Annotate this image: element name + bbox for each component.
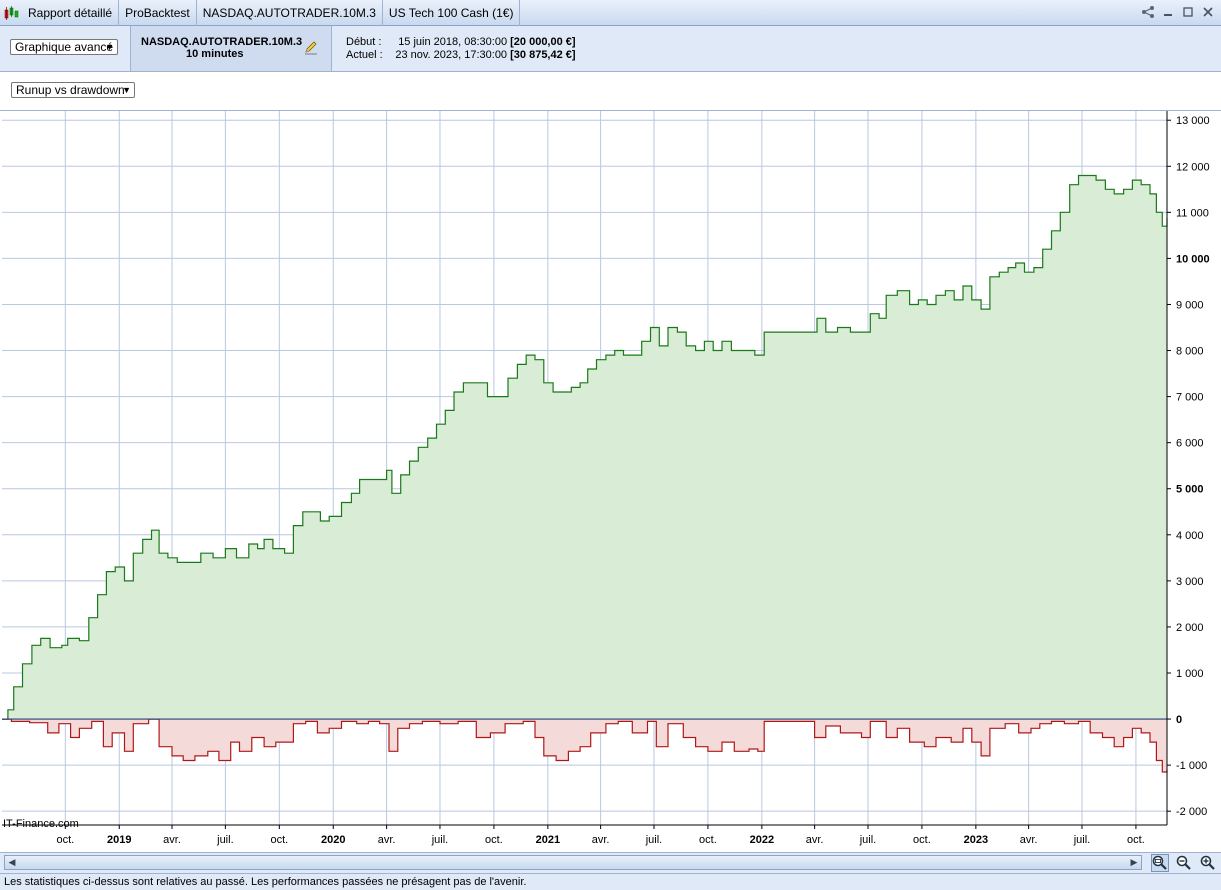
chevron-down-icon: ▼	[122, 85, 131, 95]
status-bar: Les statistiques ci-dessus sont relative…	[0, 873, 1221, 890]
tab-instrument[interactable]: US Tech 100 Cash (1€)	[383, 0, 521, 26]
x-tick-label: oct.	[485, 834, 503, 846]
minimize-icon[interactable]	[1161, 3, 1175, 21]
scroll-track[interactable]: ◀ ▶	[4, 855, 1142, 870]
x-tick-label: avr.	[1020, 834, 1038, 846]
x-tick-label: juil.	[1073, 834, 1091, 846]
title-bar: Rapport détaillé ProBacktest NASDAQ.AUTO…	[0, 0, 1221, 26]
y-tick-label: 8 000	[1176, 346, 1204, 358]
tab-system[interactable]: NASDAQ.AUTOTRADER.10M.3	[197, 0, 383, 26]
x-tick-label: avr.	[163, 834, 181, 846]
y-tick-label: 9 000	[1176, 299, 1204, 311]
x-tick-label: juil.	[431, 834, 449, 846]
x-tick-label: juil.	[859, 834, 877, 846]
y-tick-label: 2 000	[1176, 622, 1204, 634]
period-info: Début : 15 juin 2018, 08:30:00 [20 000,0…	[346, 36, 576, 62]
y-tick-label: -2 000	[1176, 806, 1207, 818]
chevron-down-icon: ▼	[105, 42, 114, 52]
y-tick-label: 12 000	[1176, 161, 1210, 173]
candlestick-chart-icon	[0, 0, 22, 26]
chart-type-select[interactable]: Runup vs drawdown ▼	[11, 82, 135, 98]
y-tick-label: 5 000	[1176, 484, 1204, 496]
scroll-right-icon[interactable]: ▶	[1127, 856, 1141, 869]
y-tick-label: 13 000	[1176, 115, 1210, 127]
x-tick-label: oct.	[56, 834, 74, 846]
zoom-controls	[1149, 853, 1219, 873]
runup-drawdown-chart: 13 000 12 000 11 000 10 000 9 000 8 000 7 000 6…	[0, 110, 1221, 852]
current-date: 23 nov. 2023, 17:30:00	[395, 49, 508, 61]
x-tick-label: 2020	[321, 834, 345, 846]
y-tick-label: 3 000	[1176, 576, 1204, 588]
x-tick-label: juil.	[216, 834, 234, 846]
chart-scrollbar: ◀ ▶	[0, 852, 1221, 873]
y-tick-label: 10 000	[1176, 253, 1210, 265]
zoom-out-icon[interactable]	[1173, 853, 1195, 873]
chart-type-value: Runup vs drawdown	[16, 83, 125, 97]
watermark: IT-Finance.com	[3, 818, 79, 830]
chart-canvas: 13 000 12 000 11 000 10 000 9 000 8 000 7 000 6…	[2, 111, 1210, 846]
start-capital: [20 000,00 €]	[510, 36, 576, 48]
system-name: NASDAQ.AUTOTRADER.10M.3	[141, 36, 303, 48]
share-icon[interactable]	[1141, 3, 1155, 21]
start-date: 15 juin 2018, 08:30:00	[398, 36, 508, 48]
x-tick-label: avr.	[592, 834, 610, 846]
y-tick-label: 1 000	[1176, 668, 1204, 680]
x-tick-label: oct.	[270, 834, 288, 846]
view-select[interactable]: Graphique avancé ▼	[10, 39, 118, 55]
view-select-value: Graphique avancé	[15, 40, 114, 54]
x-tick-label: oct.	[913, 834, 931, 846]
maximize-icon[interactable]	[1181, 3, 1195, 21]
x-tick-label: oct.	[699, 834, 717, 846]
x-tick-label: 2023	[964, 834, 988, 846]
y-tick-label: 4 000	[1176, 530, 1204, 542]
zoom-fit-icon[interactable]	[1149, 853, 1171, 873]
x-tick-label: oct.	[1127, 834, 1145, 846]
x-tick-label: juil.	[645, 834, 663, 846]
y-tick-label: 0	[1176, 714, 1182, 726]
x-tick-label: 2022	[750, 834, 774, 846]
close-icon[interactable]	[1201, 3, 1215, 21]
start-label: Début :	[346, 36, 382, 48]
timeframe-label: 10 minutes	[186, 48, 244, 60]
current-label: Actuel :	[346, 49, 383, 61]
current-row: Actuel : 23 nov. 2023, 17:30:00 [30 875,…	[346, 49, 576, 62]
y-tick-label: 6 000	[1176, 438, 1204, 450]
x-tick-label: avr.	[806, 834, 824, 846]
zoom-in-icon[interactable]	[1197, 853, 1219, 873]
x-tick-label: avr.	[378, 834, 396, 846]
y-tick-label: 7 000	[1176, 392, 1204, 404]
y-tick-label: 11 000	[1176, 207, 1209, 219]
pencil-icon[interactable]	[303, 39, 319, 58]
y-tick-label: -1 000	[1176, 760, 1207, 772]
tab-detailed-report[interactable]: Rapport détaillé	[22, 0, 120, 26]
window-controls	[1141, 3, 1215, 21]
start-row: Début : 15 juin 2018, 08:30:00 [20 000,0…	[346, 36, 576, 49]
x-tick-label: 2019	[107, 834, 131, 846]
report-header: Graphique avancé ▼ NASDAQ.AUTOTRADER.10M…	[0, 26, 1221, 72]
tab-strip: Rapport détaillé ProBacktest NASDAQ.AUTO…	[0, 0, 521, 26]
x-axis: oct. 2019 avr. juil. oct. 2020 avr. juil. oct. 20…	[2, 824, 1167, 846]
y-axis: 13 000 12 000 11 000 10 000 9 000 8 000 7 000 6…	[1166, 111, 1210, 825]
system-info-panel: NASDAQ.AUTOTRADER.10M.3 10 minutes	[130, 26, 332, 71]
chart-toolbar: Runup vs drawdown ▼	[0, 72, 1221, 110]
header-left: Graphique avancé ▼	[0, 26, 130, 71]
current-capital: [30 875,42 €]	[510, 49, 576, 61]
scroll-left-icon[interactable]: ◀	[5, 856, 19, 869]
tab-probacktest[interactable]: ProBacktest	[119, 0, 197, 26]
x-tick-label: 2021	[536, 834, 560, 846]
